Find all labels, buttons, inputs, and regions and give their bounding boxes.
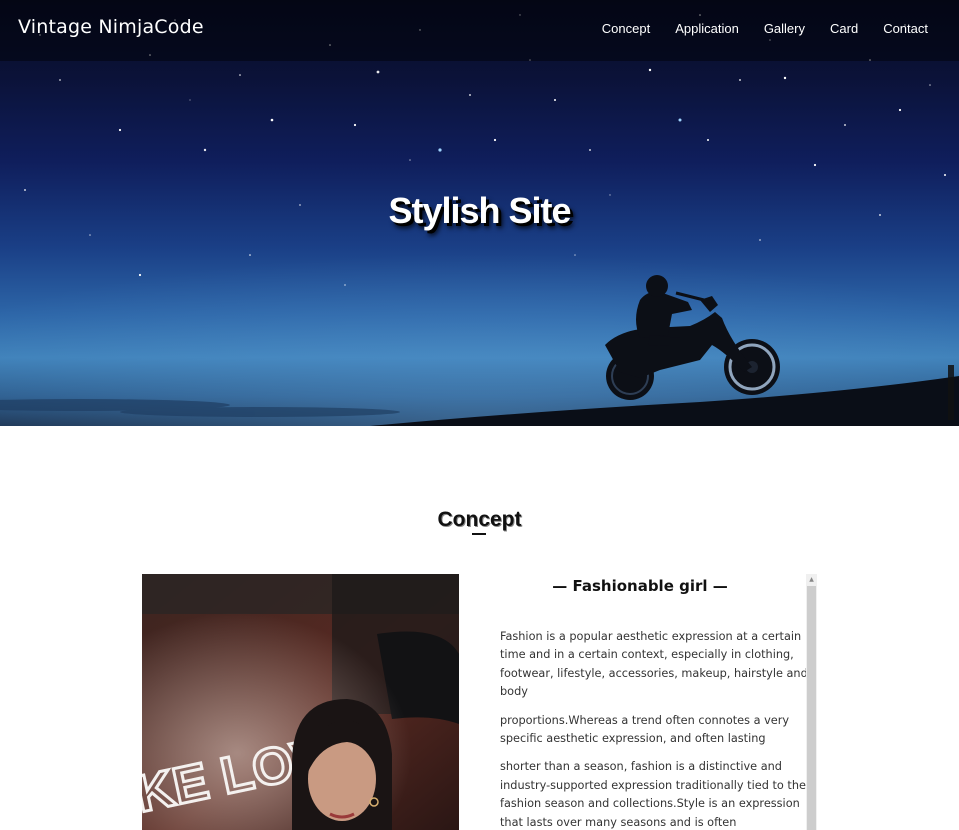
nav-link-concept[interactable]: Concept <box>602 21 650 36</box>
main-nav: Concept Application Gallery Card Contact <box>602 21 928 36</box>
article-paragraph: proportions.Whereas a trend often connot… <box>500 713 790 746</box>
site-header: Vintage NimjaCode Concept Application Ga… <box>0 0 959 61</box>
brand-logo[interactable]: Vintage NimjaCode <box>18 16 204 38</box>
nav-link-contact[interactable]: Contact <box>883 21 928 36</box>
hero-title: Stylish Site <box>388 190 571 231</box>
nav-link-gallery[interactable]: Gallery <box>764 21 805 36</box>
article-title: — Fashionable girl — <box>552 577 728 595</box>
scrollbar-thumb[interactable] <box>807 586 816 830</box>
nav-link-card[interactable]: Card <box>830 21 858 36</box>
article-paragraph: Fashion is a popular aesthetic expressio… <box>500 630 808 699</box>
concept-article-panel[interactable]: — Fashionable girl — Fashion is a popula… <box>474 574 817 830</box>
article-body: Fashion is a popular aesthetic expressio… <box>500 628 808 830</box>
photo-image: KE LOVE <box>142 574 459 830</box>
section-title-underline <box>472 533 486 535</box>
scroll-up-icon[interactable]: ▲ <box>806 574 817 585</box>
article-paragraph: shorter than a season, fashion is a dist… <box>500 760 806 829</box>
article-scrollbar[interactable]: ▲ <box>806 574 817 830</box>
nav-link-application[interactable]: Application <box>675 21 739 36</box>
fashion-girl-photo: KE LOVE <box>142 574 459 830</box>
section-title-concept: Concept <box>437 508 522 531</box>
